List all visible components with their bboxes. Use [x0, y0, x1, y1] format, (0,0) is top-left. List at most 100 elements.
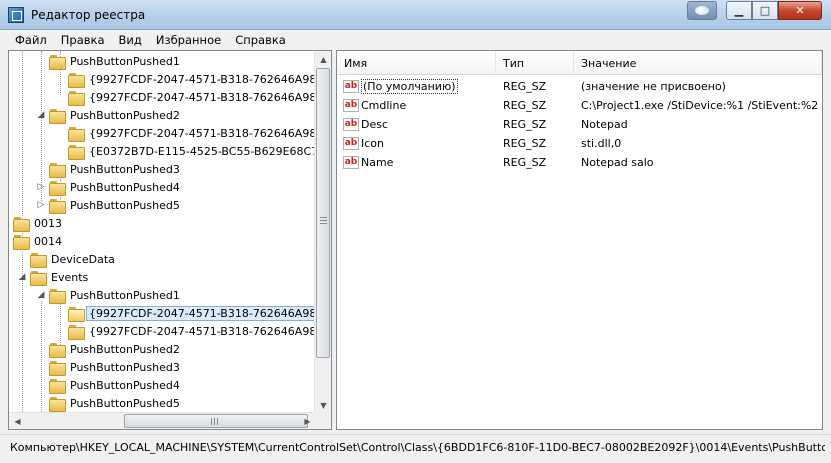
column-header-value[interactable]: Значение	[574, 51, 822, 75]
string-value-icon: ab	[343, 118, 359, 131]
tree-vertical-scrollbar[interactable]: ▲ ▼	[314, 51, 331, 414]
tree-item[interactable]: ◢ PushButtonPushed1	[36, 286, 183, 304]
tree-item-label: {9927FCDF-2047-4571-B318-762646A98A93}	[89, 90, 316, 104]
value-data: (значение не присвоено)	[581, 80, 726, 93]
tree-item[interactable]: PushButtonPushed3	[36, 358, 183, 376]
menu-view[interactable]: Вид	[112, 33, 149, 47]
values-list-panel[interactable]: Имя Тип Значение ab (По умолчанию) REG_SZ(…	[336, 50, 823, 430]
tree-item-label: {E0372B7D-E115-4525-BC55-B629E68C745A}	[89, 144, 316, 158]
column-header-name[interactable]: Имя	[337, 51, 496, 75]
value-type: REG_SZ	[503, 99, 547, 112]
tree-item[interactable]: 0014	[9, 232, 65, 250]
tree-expander-icon[interactable]: ◢	[36, 290, 46, 300]
tree-horizontal-scroll-thumb[interactable]	[124, 414, 308, 428]
folder-icon	[49, 162, 66, 178]
value-row[interactable]: ab Desc REG_SZ Notepad	[337, 115, 822, 134]
tree-item[interactable]: {9927FCDF-2047-4571-B318-762646A98A93}	[55, 88, 316, 106]
key-tree: PushButtonPushed1 {9927FCDF-2047-4571-B31…	[9, 51, 316, 414]
tree-item[interactable]: PushButtonPushed2	[36, 340, 183, 358]
minimize-button[interactable]: ▁	[726, 1, 752, 20]
column-header-type[interactable]: Тип	[496, 51, 574, 75]
tree-item[interactable]: 0013	[9, 214, 65, 232]
tree-item[interactable]: ◢ PushButtonPushed2	[36, 106, 183, 124]
value-row[interactable]: ab Name REG_SZ Notepad salo	[337, 153, 822, 172]
tree-vertical-scroll-thumb[interactable]	[316, 68, 330, 358]
value-name-cell: ab Icon	[343, 134, 496, 153]
value-name: Icon	[361, 137, 384, 150]
tree-item[interactable]: {9927FCDF-2047-4571-B318-762646A98111}	[55, 70, 316, 88]
tree-item[interactable]: DeviceData	[17, 250, 118, 268]
value-name: Name	[361, 156, 394, 169]
value-data: Notepad	[581, 118, 628, 131]
tree-item[interactable]: ▷ PushButtonPushed5	[36, 196, 183, 214]
tree-item[interactable]: PushButtonPushed1	[36, 52, 183, 70]
tree-expander-icon[interactable]: ▷	[36, 182, 46, 192]
tree-item-label: PushButtonPushed2	[70, 342, 180, 356]
folder-icon	[49, 108, 66, 124]
window-title: Редактор реестра	[31, 8, 146, 22]
menu-help[interactable]: Справка	[228, 33, 293, 47]
value-name: Cmdline	[361, 99, 407, 112]
folder-icon	[49, 54, 66, 70]
tree-item[interactable]: {9927FCDF-2047-4571-B318-762646A98A93}	[55, 322, 316, 340]
folder-icon	[68, 126, 85, 142]
menu-favorites[interactable]: Избранное	[149, 33, 228, 47]
tree-item-label: PushButtonPushed3	[70, 162, 180, 176]
title-bar[interactable]: Редактор реестра ▁ □ ✕	[0, 0, 831, 30]
tree-item[interactable]: PushButtonPushed3	[36, 160, 183, 178]
folder-icon	[68, 90, 85, 106]
folder-icon	[30, 270, 47, 286]
close-button[interactable]: ✕	[778, 1, 822, 20]
tree-item-label: {9927FCDF-2047-4571-B318-762646A98111}	[89, 72, 316, 86]
key-tree-panel[interactable]: PushButtonPushed1 {9927FCDF-2047-4571-B31…	[8, 50, 332, 430]
folder-icon	[68, 324, 85, 340]
value-row[interactable]: ab (По умолчанию) REG_SZ (значение не присв…	[337, 77, 822, 96]
tree-expander-icon[interactable]: ◢	[17, 272, 27, 282]
string-value-icon: ab	[343, 99, 359, 112]
tree-item-label: PushButtonPushed4	[70, 180, 180, 194]
value-name-cell: ab Cmdline	[343, 96, 496, 115]
tree-item-label: {9927FCDF-2047-4571-B318-762646A98A93}	[89, 324, 316, 338]
tree-item-label: PushButtonPushed3	[70, 360, 180, 374]
tree-item[interactable]: {9927FCDF-2047-4571-B318-762646A98111}	[55, 304, 316, 322]
tree-item[interactable]: PushButtonPushed4	[36, 376, 183, 394]
tree-item[interactable]: {9927FCDF-2047-4571-B318-762646A98A93}	[55, 124, 316, 142]
tree-item[interactable]: {E0372B7D-E115-4525-BC55-B629E68C745A}	[55, 142, 316, 160]
folder-icon	[49, 180, 66, 196]
value-row[interactable]: ab Icon REG_SZ sti.dll,0	[337, 134, 822, 153]
tree-item-label: PushButtonPushed4	[70, 378, 180, 392]
string-value-icon: ab	[343, 156, 359, 169]
value-row[interactable]: ab Cmdline REG_SZ C:\Project1.exe /StiDevic…	[337, 96, 822, 115]
tree-item-label: 0013	[34, 216, 62, 230]
tree-item[interactable]: ◢ Events	[17, 268, 91, 286]
tree-item-label: PushButtonPushed2	[70, 108, 180, 122]
string-value-icon: ab	[343, 80, 359, 93]
tree-item-label: PushButtonPushed1	[70, 54, 180, 68]
folder-icon	[13, 234, 30, 250]
aero-extra-button[interactable]	[687, 1, 717, 20]
value-name-cell: ab (По умолчанию)	[343, 77, 496, 96]
registry-editor-icon	[8, 7, 24, 23]
tree-expander-icon[interactable]: ▷	[36, 200, 46, 210]
scroll-up-arrow-icon[interactable]: ▲	[315, 51, 331, 68]
menu-edit[interactable]: Правка	[54, 33, 112, 47]
tree-expander-icon[interactable]: ◢	[36, 110, 46, 120]
tree-horizontal-scrollbar[interactable]: ◀ ▶	[9, 412, 316, 429]
value-type: REG_SZ	[503, 156, 547, 169]
values-list-header: Имя Тип Значение	[337, 51, 822, 75]
value-type: REG_SZ	[503, 118, 547, 131]
tree-item[interactable]: PushButtonPushed5	[36, 394, 183, 412]
menu-file[interactable]: Файл	[8, 33, 54, 47]
scroll-left-arrow-icon[interactable]: ◀	[9, 413, 26, 429]
maximize-button[interactable]: □	[752, 1, 778, 20]
tree-item[interactable]: ▷ PushButtonPushed4	[36, 178, 183, 196]
